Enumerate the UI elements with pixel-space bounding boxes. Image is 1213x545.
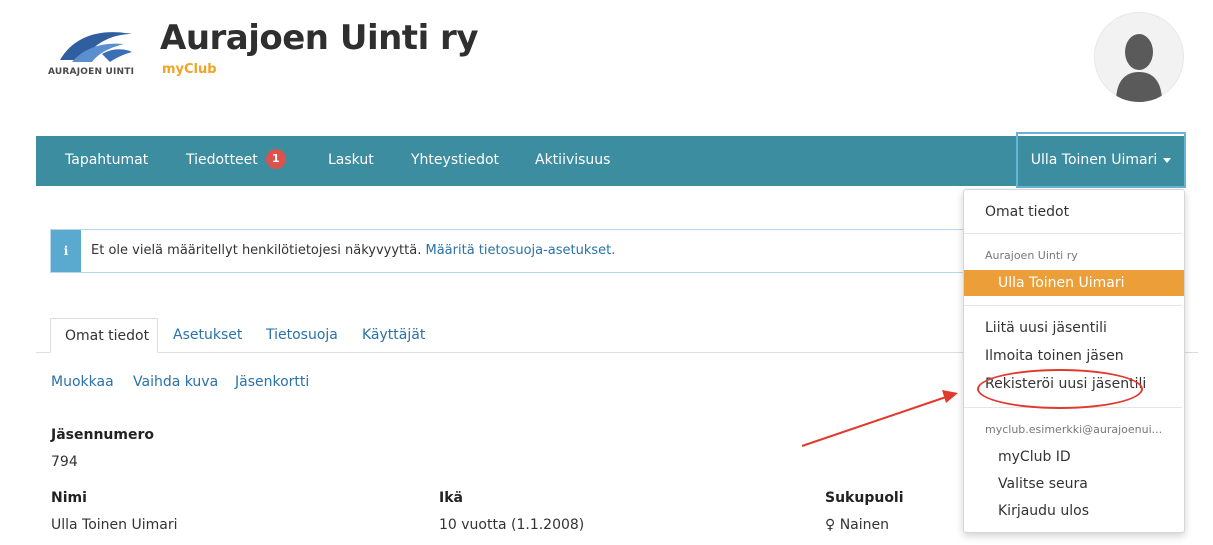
- annotation-arrow-icon: [801, 390, 958, 447]
